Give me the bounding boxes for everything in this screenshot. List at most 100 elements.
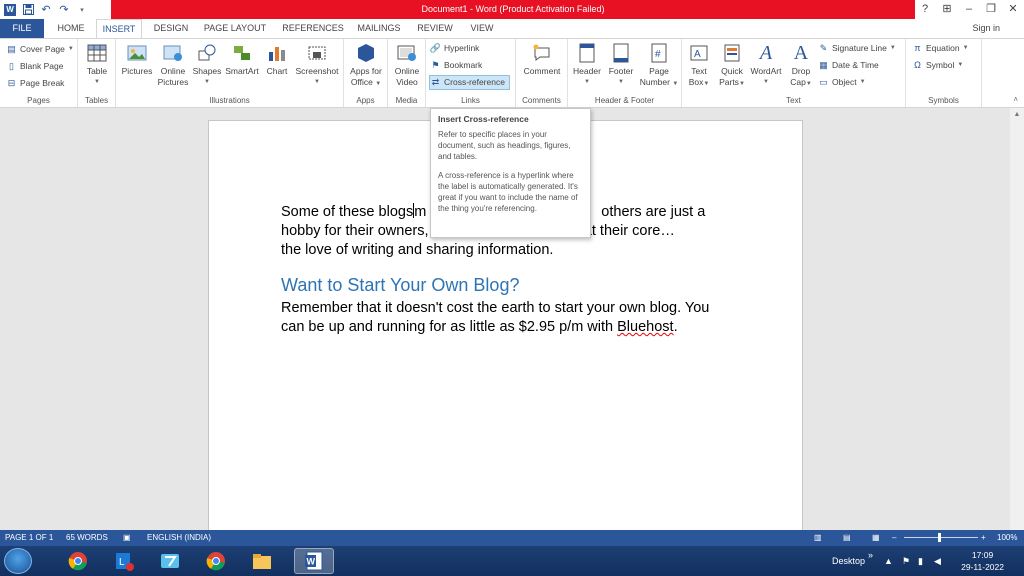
tab-view[interactable]: VIEW	[464, 19, 500, 38]
drop-cap-button[interactable]: A Drop Cap▼	[786, 42, 816, 90]
bookmark-icon: ⚑	[431, 60, 440, 70]
page-count[interactable]: PAGE 1 OF 1	[5, 530, 53, 546]
chart-button[interactable]: Chart	[262, 42, 292, 77]
network-icon[interactable]: ▮	[918, 546, 923, 576]
equation-label: Equation	[926, 43, 960, 53]
symbol-button[interactable]: Ω Symbol ▼	[912, 58, 963, 73]
cover-page-icon: ▤	[7, 44, 16, 54]
pictures-button[interactable]: Pictures	[120, 42, 154, 77]
word-logo-icon[interactable]: W	[4, 3, 16, 16]
zoom-slider-thumb[interactable]	[938, 533, 941, 542]
date-time-button[interactable]: ▦ Date & Time	[818, 58, 879, 73]
taskbar: L W Desktop » ▲ ⚑ ▮ ◀ 17:09 29-11-2022	[0, 546, 1024, 576]
cross-reference-button[interactable]: ⇄ Cross-reference	[429, 75, 510, 90]
page-break-button[interactable]: ⊟ Page Break	[6, 76, 65, 91]
text-box-button[interactable]: A Text Box▼	[684, 42, 714, 90]
signature-line-label: Signature Line	[832, 43, 887, 53]
screenshot-icon	[306, 42, 328, 64]
group-label-text: Text	[786, 96, 801, 105]
desktop-toolbar[interactable]: Desktop	[832, 546, 865, 576]
tab-home[interactable]: HOME	[54, 19, 88, 38]
zoom-level[interactable]: 100%	[997, 530, 1017, 546]
toolbar-expand-icon[interactable]: »	[868, 540, 873, 570]
flag-icon[interactable]: ⚑	[902, 546, 910, 576]
proofing-icon[interactable]: ▣	[123, 530, 131, 546]
start-button[interactable]	[4, 548, 32, 574]
scroll-up-icon[interactable]: ▲	[1010, 108, 1024, 122]
minimize-button[interactable]: –	[958, 0, 980, 19]
customize-qat-icon[interactable]: ▾	[76, 4, 88, 16]
show-hidden-icons[interactable]: ▲	[884, 546, 893, 576]
page-number-button[interactable]: # Page Number ▼	[638, 42, 680, 90]
apps-for-office-button[interactable]: Apps for Office ▼	[346, 42, 386, 90]
comment-button[interactable]: Comment	[520, 42, 564, 77]
blank-page-icon: ▯	[9, 61, 14, 71]
wordart-label: WordArt	[750, 66, 782, 76]
equation-button[interactable]: π Equation ▼	[912, 41, 968, 56]
online-video-button[interactable]: Online Video	[390, 42, 424, 88]
help-button[interactable]: ?	[914, 0, 936, 19]
vertical-scrollbar[interactable]: ▲	[1010, 108, 1024, 530]
online-pictures-button[interactable]: Online Pictures	[156, 42, 190, 88]
system-clock[interactable]: 17:09 29-11-2022	[961, 549, 1004, 573]
tab-insert[interactable]: INSERT	[96, 19, 142, 39]
zoom-slider[interactable]	[904, 537, 978, 538]
group-pages: ▤ Cover Page ▼ ▯ Blank Page ⊟ Page Break Pag…	[0, 39, 78, 107]
wordart-button[interactable]: A WordArt ▼	[748, 42, 784, 88]
online-video-icon	[396, 42, 418, 64]
read-mode-icon[interactable]: ▥	[814, 530, 822, 546]
page-number-icon: #	[648, 42, 670, 64]
table-button[interactable]: Table ▼	[82, 42, 112, 88]
text-box-label-2: Box	[688, 77, 704, 87]
tab-file[interactable]: FILE	[0, 19, 44, 38]
screenshot-button[interactable]: Screenshot ▼	[292, 42, 342, 88]
chevron-down-icon: ▼	[618, 79, 624, 85]
redo-icon[interactable]: ↷	[58, 4, 70, 16]
header-button[interactable]: Header ▼	[570, 42, 604, 88]
group-header-footer: Header ▼ Footer ▼ # Page Number ▼ Header…	[568, 39, 682, 107]
word-count[interactable]: 65 WORDS	[66, 530, 108, 546]
word-taskbar-icon[interactable]: W	[294, 548, 334, 574]
zoom-out-button[interactable]: –	[892, 530, 896, 546]
para1-line1-end: others are just a	[601, 204, 706, 220]
chevron-down-icon: ▼	[805, 81, 812, 87]
tab-mailings[interactable]: MAILINGS	[354, 19, 404, 38]
chevron-down-icon: ▼	[375, 81, 382, 87]
lync-taskbar-icon[interactable]: L	[104, 548, 144, 574]
file-explorer-taskbar-icon[interactable]	[242, 548, 282, 574]
print-layout-icon[interactable]: ▤	[843, 530, 851, 546]
app-taskbar-icon[interactable]	[150, 548, 190, 574]
ribbon: ▤ Cover Page ▼ ▯ Blank Page ⊟ Page Break Pag…	[0, 38, 1024, 108]
shapes-button[interactable]: Shapes ▼	[192, 42, 222, 88]
zoom-in-button[interactable]: +	[981, 530, 986, 546]
heading-start-blog[interactable]: Want to Start Your Own Blog?	[281, 275, 519, 296]
undo-icon[interactable]: ↶	[40, 4, 52, 16]
language-indicator[interactable]: ENGLISH (INDIA)	[147, 530, 211, 546]
sign-in-link[interactable]: Sign in	[972, 19, 1000, 38]
signature-line-button[interactable]: ✎ Signature Line ▼	[818, 41, 896, 56]
chrome-profile-taskbar-icon[interactable]	[196, 548, 236, 574]
hyperlink-button[interactable]: 🔗 Hyperlink	[430, 41, 480, 56]
cover-page-button[interactable]: ▤ Cover Page ▼	[6, 42, 74, 57]
bookmark-button[interactable]: ⚑ Bookmark	[430, 58, 482, 73]
paragraph-2[interactable]: Remember that it doesn't cost the earth …	[281, 299, 721, 337]
save-icon[interactable]	[22, 4, 34, 16]
tab-references[interactable]: REFERENCES	[280, 19, 346, 38]
web-layout-icon[interactable]: ▦	[872, 530, 880, 546]
smartart-label: SmartArt	[225, 66, 259, 76]
smartart-button[interactable]: SmartArt	[222, 42, 262, 77]
ribbon-display-options-button[interactable]: ⊞	[936, 0, 958, 19]
footer-button[interactable]: Footer ▼	[604, 42, 638, 88]
tab-design[interactable]: DESIGN	[150, 19, 192, 38]
drop-cap-icon: A	[793, 41, 809, 64]
tab-page-layout[interactable]: PAGE LAYOUT	[200, 19, 270, 38]
volume-icon[interactable]: ◀	[934, 546, 941, 576]
restore-button[interactable]: ❐	[980, 0, 1002, 19]
collapse-ribbon-icon[interactable]: ˄	[1013, 95, 1018, 104]
blank-page-button[interactable]: ▯ Blank Page	[6, 59, 63, 74]
quick-parts-button[interactable]: Quick Parts▼	[716, 42, 748, 90]
object-button[interactable]: ▭ Object ▼	[818, 75, 865, 90]
chrome-taskbar-icon[interactable]	[58, 548, 98, 574]
close-button[interactable]: ✕	[1002, 0, 1024, 19]
tab-review[interactable]: REVIEW	[414, 19, 456, 38]
